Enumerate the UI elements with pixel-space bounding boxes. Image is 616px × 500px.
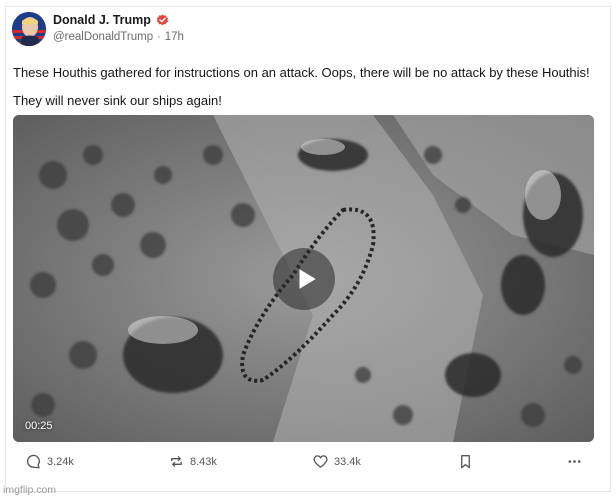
- user-handle[interactable]: @realDonaldTrump: [53, 31, 153, 43]
- post-paragraph: They will never sink our ships again!: [13, 93, 222, 108]
- more-options-button[interactable]: [567, 454, 582, 469]
- comment-icon: [26, 454, 40, 469]
- video-player[interactable]: 00:25: [13, 115, 594, 442]
- play-button[interactable]: [273, 248, 335, 310]
- bookmark-button[interactable]: [458, 454, 473, 469]
- post-actions: 3.24k 8.43k 33.4k: [13, 454, 593, 476]
- verified-badge-icon: [156, 13, 169, 27]
- post-body: These Houthis gathered for instructions …: [13, 64, 598, 120]
- avatar[interactable]: [12, 12, 46, 46]
- post-header: Donald J. Trump @realDonaldTrump · 17h: [12, 12, 592, 48]
- post-timestamp[interactable]: 17h: [165, 31, 184, 43]
- like-count: 33.4k: [334, 455, 361, 468]
- separator-dot: ·: [157, 31, 161, 43]
- video-duration: 00:25: [25, 420, 53, 432]
- display-name[interactable]: Donald J. Trump: [53, 13, 151, 27]
- repost-icon: [171, 456, 182, 467]
- reply-button[interactable]: 3.24k: [26, 454, 74, 469]
- watermark: imgflip.com: [3, 484, 57, 496]
- like-button[interactable]: 33.4k: [313, 454, 361, 469]
- play-icon: [299, 269, 316, 289]
- more-horizontal-icon: [568, 460, 581, 463]
- retruth-button[interactable]: 8.43k: [169, 454, 217, 469]
- reply-count: 3.24k: [47, 455, 74, 468]
- post-paragraph: These Houthis gathered for instructions …: [13, 65, 590, 80]
- retruth-count: 8.43k: [190, 455, 217, 468]
- bookmark-icon: [461, 455, 470, 469]
- heart-icon: [313, 455, 328, 468]
